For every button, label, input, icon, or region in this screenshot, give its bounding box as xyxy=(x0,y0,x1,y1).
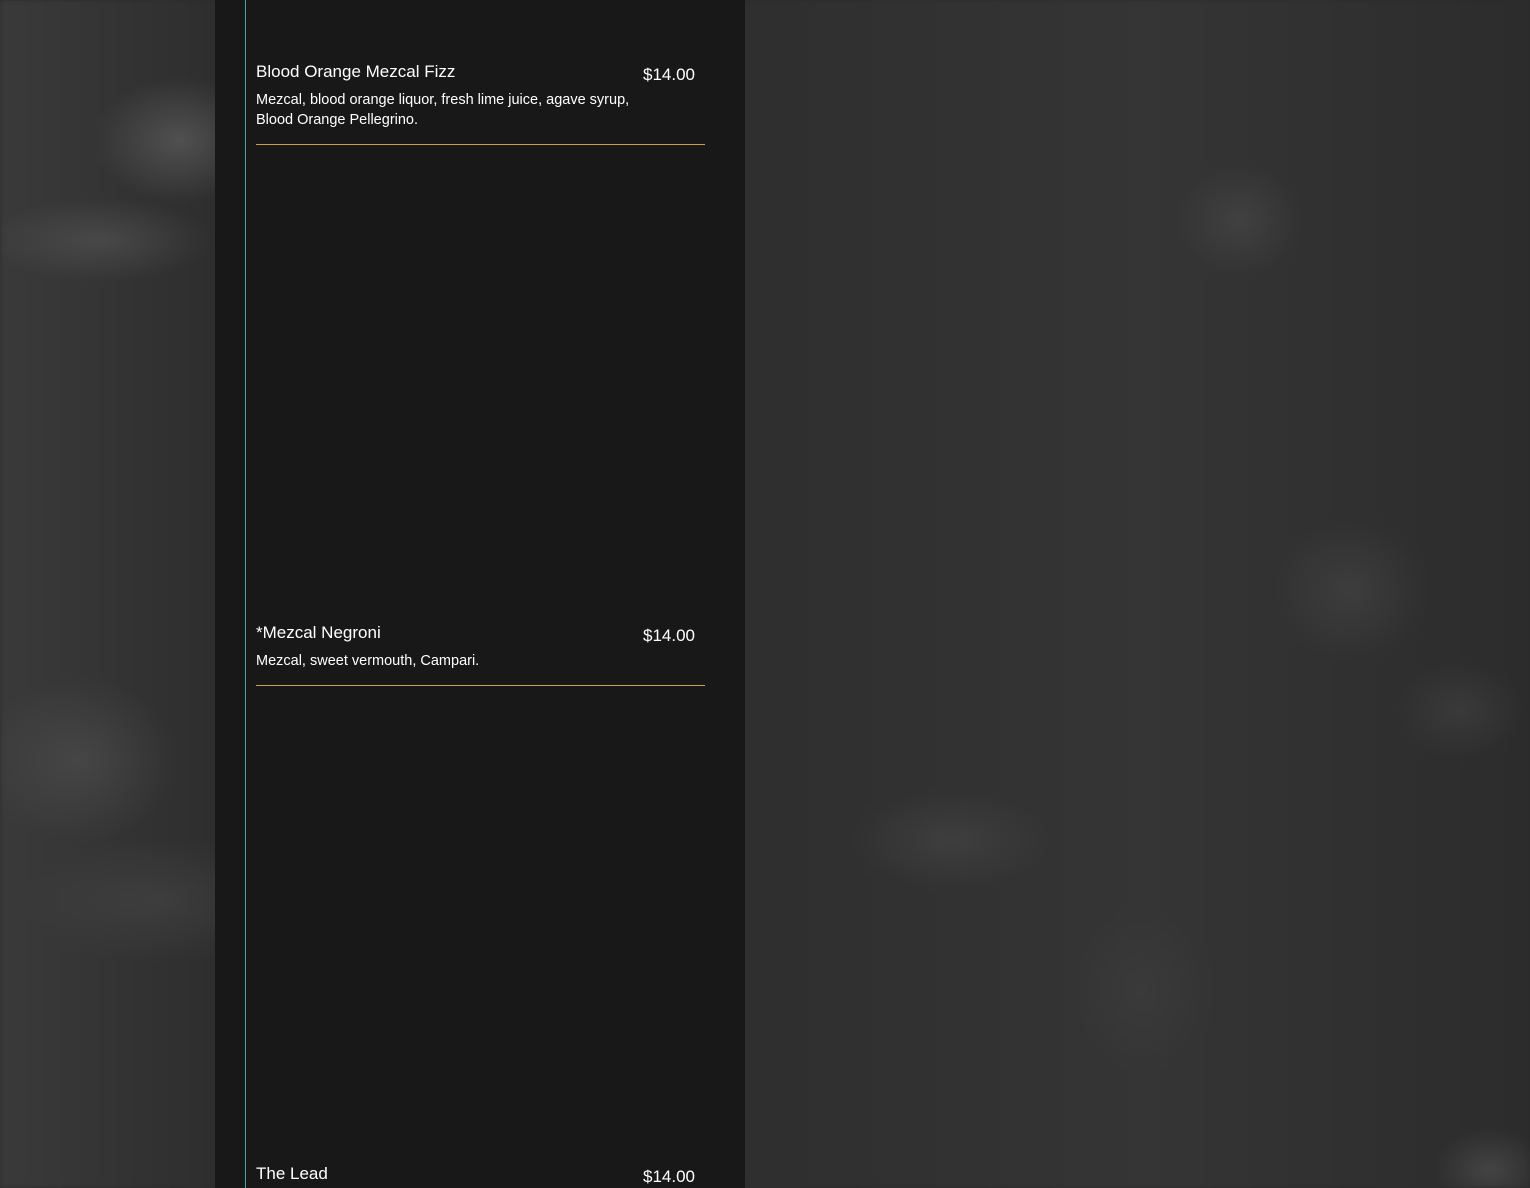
menu-item-name: The Lead xyxy=(256,1164,328,1183)
menu-item-divider xyxy=(256,144,705,145)
menu-item-price: $14.00 xyxy=(643,1167,695,1186)
menu-item-name: Blood Orange Mezcal Fizz xyxy=(256,62,456,81)
accent-line xyxy=(245,0,246,1188)
menu-panel: Blood Orange Mezcal Fizz $14.00 Mezcal, … xyxy=(215,0,745,1188)
menu-item-description: Mezcal, sweet vermouth, Campari. xyxy=(256,653,480,669)
menu-item-divider xyxy=(256,685,705,686)
menu-item-price: $14.00 xyxy=(643,65,695,84)
menu-item-name: *Mezcal Negroni xyxy=(256,623,381,642)
menu-item-description: Mezcal, blood orange liquor, fresh lime … xyxy=(256,92,630,128)
menu-item-price: $14.00 xyxy=(643,626,695,645)
